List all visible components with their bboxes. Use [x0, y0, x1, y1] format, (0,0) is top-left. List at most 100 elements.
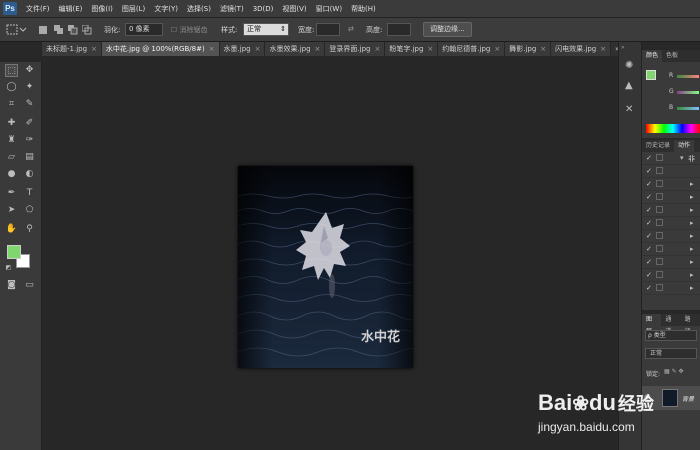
marquee-tool-preset-icon[interactable] — [6, 24, 28, 36]
type-icon[interactable]: T — [23, 187, 36, 200]
action-row[interactable]: ✓ ▾ 非 — [642, 152, 700, 165]
chevron-right-icon[interactable]: ▸ — [690, 245, 694, 253]
menu-view[interactable]: 视图(V) — [282, 0, 306, 18]
tab-color[interactable]: 颜色 — [642, 50, 663, 62]
gradient-icon[interactable]: ▤ — [23, 151, 36, 164]
chevron-right-icon[interactable]: ▸ — [690, 232, 694, 240]
tab-actions[interactable]: 动作 — [674, 140, 695, 152]
action-row[interactable]: ✓ ▸ — [642, 282, 700, 295]
brush-icon[interactable]: ✐ — [23, 117, 36, 130]
tools-preset-icon[interactable]: ✕ — [625, 104, 633, 115]
dodge-icon[interactable]: ◐ — [23, 168, 36, 181]
check-icon[interactable]: ✓ — [646, 271, 652, 279]
subtract-selection-icon[interactable] — [68, 25, 78, 35]
chevron-right-icon[interactable]: ▸ — [690, 206, 694, 214]
action-row[interactable]: ✓ ▸ — [642, 217, 700, 230]
collapse-icon[interactable]: » — [621, 44, 625, 51]
action-row[interactable]: ✓ ▸ — [642, 204, 700, 217]
document-image[interactable]: 水中花 — [238, 166, 413, 368]
width-input[interactable] — [316, 23, 340, 36]
tab-channels[interactable]: 通道 — [661, 314, 680, 335]
marquee-icon[interactable]: ⬚ — [5, 64, 18, 77]
tab-chalk[interactable]: 粉笔字.jpg × — [385, 42, 439, 56]
check-icon[interactable]: ✓ — [646, 206, 652, 214]
shape-icon[interactable]: ⬠ — [23, 204, 36, 217]
tab-paths[interactable]: 路径 — [681, 314, 700, 335]
menu-file[interactable]: 文件(F) — [26, 0, 50, 18]
style-select[interactable]: 正常 ⇕ — [243, 23, 289, 36]
check-icon[interactable]: ✓ — [646, 219, 652, 227]
pen-icon[interactable]: ✒ — [5, 187, 18, 200]
lasso-icon[interactable]: ◯ — [5, 81, 18, 94]
quick-mask-icon[interactable]: ◙ — [5, 279, 18, 292]
close-icon[interactable]: × — [315, 45, 321, 53]
check-icon[interactable]: ✓ — [646, 167, 652, 175]
tab-swatches[interactable]: 色板 — [662, 50, 682, 62]
adjustments-icon[interactable]: ✺ — [625, 60, 633, 71]
new-selection-icon[interactable] — [38, 25, 48, 35]
tab-login[interactable]: 登录界面.jpg × — [325, 42, 386, 56]
action-row[interactable]: ✓ ▸ — [642, 230, 700, 243]
g-slider[interactable] — [677, 91, 699, 94]
swap-icon[interactable]: ⇄ — [348, 25, 354, 33]
history-brush-icon[interactable]: ✑ — [23, 134, 36, 147]
check-icon[interactable]: ✓ — [646, 154, 652, 162]
stamp-icon[interactable]: ♜ — [5, 134, 18, 147]
menu-select[interactable]: 选择(S) — [187, 0, 211, 18]
tab-untitled[interactable]: 未标题-1.jpg × — [42, 42, 102, 56]
menu-3d[interactable]: 3D(D) — [253, 0, 274, 18]
close-icon[interactable]: × — [209, 45, 215, 53]
default-colors-icon[interactable]: ◩ — [2, 261, 15, 274]
chevron-down-icon[interactable]: ▾ — [680, 154, 684, 162]
blend-mode-select[interactable]: 正常 — [645, 348, 697, 359]
close-icon[interactable]: × — [494, 45, 500, 53]
tab-shuimo[interactable]: 水墨.jpg × — [219, 42, 266, 56]
eyedropper-icon[interactable]: ✎ — [23, 98, 36, 111]
zoom-icon[interactable]: ⚲ — [23, 223, 36, 236]
menu-edit[interactable]: 编辑(E) — [59, 0, 83, 18]
healing-brush-icon[interactable]: ✚ — [5, 117, 18, 130]
chevron-right-icon[interactable]: ▸ — [690, 219, 694, 227]
move-icon[interactable]: ✥ — [23, 64, 36, 77]
b-slider[interactable] — [677, 107, 699, 110]
menu-image[interactable]: 图像(I) — [91, 0, 113, 18]
tab-history[interactable]: 历史记录 — [642, 140, 674, 152]
tab-lightning[interactable]: 闪电效果.jpg × — [551, 42, 612, 56]
check-icon[interactable]: ✓ — [646, 193, 652, 201]
intersect-selection-icon[interactable] — [82, 25, 92, 35]
layer-filter-select[interactable]: ρ 类型 — [645, 330, 697, 341]
check-icon[interactable]: ✓ — [646, 180, 652, 188]
action-row[interactable]: ✓ ▸ — [642, 256, 700, 269]
refine-edge-button[interactable]: 调整边缘... — [423, 22, 472, 37]
tab-shuizhonghua[interactable]: 水中花.jpg @ 100%(RGB/8#) × — [101, 42, 220, 56]
blur-icon[interactable]: ● — [5, 168, 18, 181]
hand-icon[interactable]: ✋ — [5, 223, 18, 236]
screen-mode-icon[interactable]: ▭ — [23, 279, 36, 292]
crop-icon[interactable]: ⌗ — [5, 98, 18, 111]
r-slider[interactable] — [677, 75, 699, 78]
foreground-color-swatch[interactable] — [7, 245, 21, 259]
color-fg-swatch[interactable] — [646, 70, 656, 80]
action-row[interactable]: ✓ ▸ — [642, 191, 700, 204]
menu-layer[interactable]: 图层(L) — [122, 0, 145, 18]
close-icon[interactable]: × — [255, 45, 261, 53]
check-icon[interactable]: ✓ — [646, 284, 652, 292]
menu-type[interactable]: 文字(Y) — [154, 0, 178, 18]
chevron-right-icon[interactable]: ▸ — [690, 284, 694, 292]
close-icon[interactable]: × — [600, 45, 606, 53]
chevron-right-icon[interactable]: ▸ — [690, 193, 694, 201]
check-icon[interactable]: ✓ — [646, 245, 652, 253]
tab-dance[interactable]: 舞影.jpg × — [505, 42, 552, 56]
tab-johnny[interactable]: 约翰尼德普.jpg × — [438, 42, 506, 56]
close-icon[interactable]: × — [91, 45, 97, 53]
tab-shuimo-effect[interactable]: 水墨效果.jpg × — [265, 42, 326, 56]
magic-wand-icon[interactable]: ✦ — [23, 81, 36, 94]
close-icon[interactable]: × — [540, 45, 546, 53]
action-row[interactable]: ✓ — [642, 165, 700, 178]
tab-layers[interactable]: 图层 — [642, 314, 662, 335]
action-row[interactable]: ✓ ▸ — [642, 243, 700, 256]
menu-help[interactable]: 帮助(H) — [351, 0, 376, 18]
add-to-selection-icon[interactable] — [54, 25, 64, 35]
chevron-right-icon[interactable]: ▸ — [690, 180, 694, 188]
check-icon[interactable]: ✓ — [646, 232, 652, 240]
